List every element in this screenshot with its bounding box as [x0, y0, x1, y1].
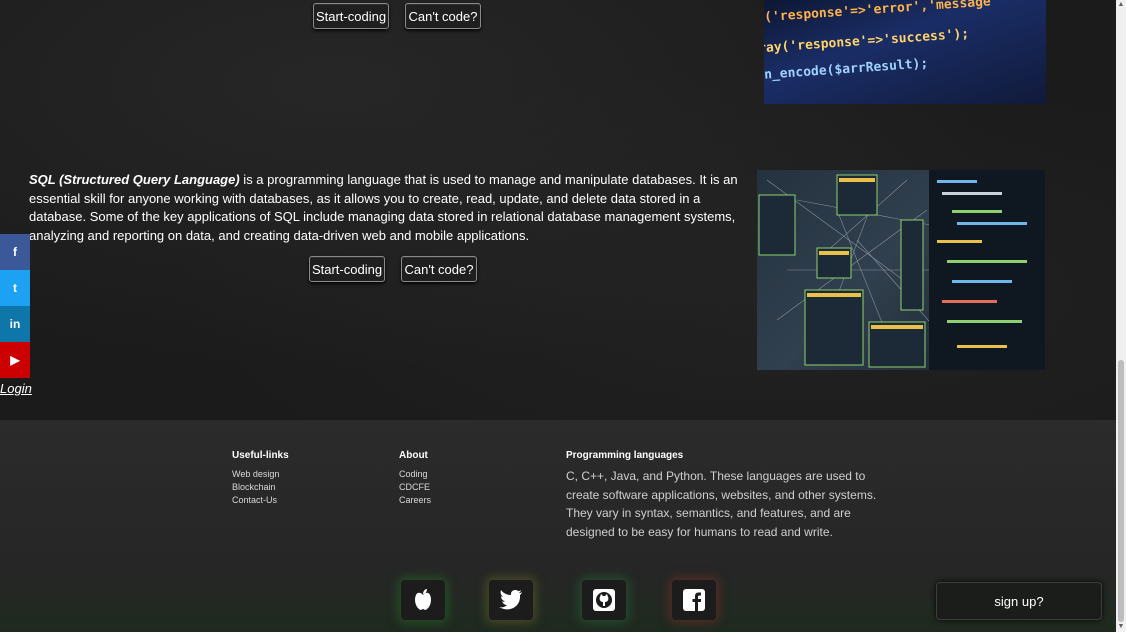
code-line: ray('response'=>'success');: [764, 26, 970, 57]
start-coding-button[interactable]: Start-coding: [313, 3, 389, 29]
footer-link-careers[interactable]: Careers: [399, 495, 431, 505]
programming-languages-text: C, C++, Java, and Python. These language…: [566, 469, 877, 539]
start-coding-button[interactable]: Start-coding: [309, 256, 385, 282]
linkedin-icon: in: [9, 317, 21, 331]
twitter-icon: t: [13, 281, 17, 295]
footer-link-web-design[interactable]: Web design: [232, 469, 279, 479]
youtube-share-button[interactable]: ▶: [0, 342, 30, 378]
scrollbar[interactable]: ▲ ▼: [1116, 0, 1126, 632]
facebook-share-button[interactable]: f: [0, 234, 30, 270]
facebook-icon: [683, 589, 705, 611]
footer-link-cdcfe[interactable]: CDCFE: [399, 482, 430, 492]
apple-button[interactable]: [401, 580, 445, 620]
scroll-down-icon[interactable]: ▼: [1116, 622, 1126, 632]
youtube-icon: ▶: [10, 353, 20, 367]
useful-links-heading: Useful-links: [232, 450, 289, 461]
cant-code-button[interactable]: Can't code?: [405, 3, 481, 29]
code-image: ('response'=>'error','message' ray('resp…: [764, 0, 1046, 104]
code-line: n_encode($arrResult);: [764, 56, 929, 83]
facebook-button[interactable]: [672, 580, 716, 620]
footer-link-coding[interactable]: Coding: [399, 469, 428, 479]
facebook-icon: f: [13, 245, 17, 259]
apple-icon: [415, 589, 431, 610]
scroll-up-icon[interactable]: ▲: [1116, 0, 1126, 10]
twitter-share-button[interactable]: t: [0, 270, 30, 306]
twitter-button[interactable]: [489, 580, 533, 620]
about-heading: About: [399, 450, 428, 461]
twitter-icon: [499, 590, 522, 610]
code-line: ('response'=>'error','message': [764, 0, 1000, 26]
github-button[interactable]: [582, 580, 626, 620]
scroll-thumb[interactable]: [1118, 360, 1124, 622]
cant-code-button[interactable]: Can't code?: [401, 256, 477, 282]
sql-description: SQL (Structured Query Language) is a pro…: [29, 171, 757, 245]
linkedin-share-button[interactable]: in: [0, 306, 30, 342]
database-diagram-image: [757, 170, 1045, 370]
sql-title: SQL (Structured Query Language): [29, 172, 240, 187]
database-diagram-graphic: [758, 170, 1045, 370]
footer-link-contact-us[interactable]: Contact-Us: [232, 495, 277, 505]
sign-up-button[interactable]: sign up?: [936, 582, 1102, 620]
footer-link-blockchain[interactable]: Blockchain: [232, 482, 276, 492]
github-icon: [593, 589, 615, 611]
login-link[interactable]: Login: [0, 381, 32, 396]
programming-languages-heading: Programming languages: [566, 450, 684, 461]
